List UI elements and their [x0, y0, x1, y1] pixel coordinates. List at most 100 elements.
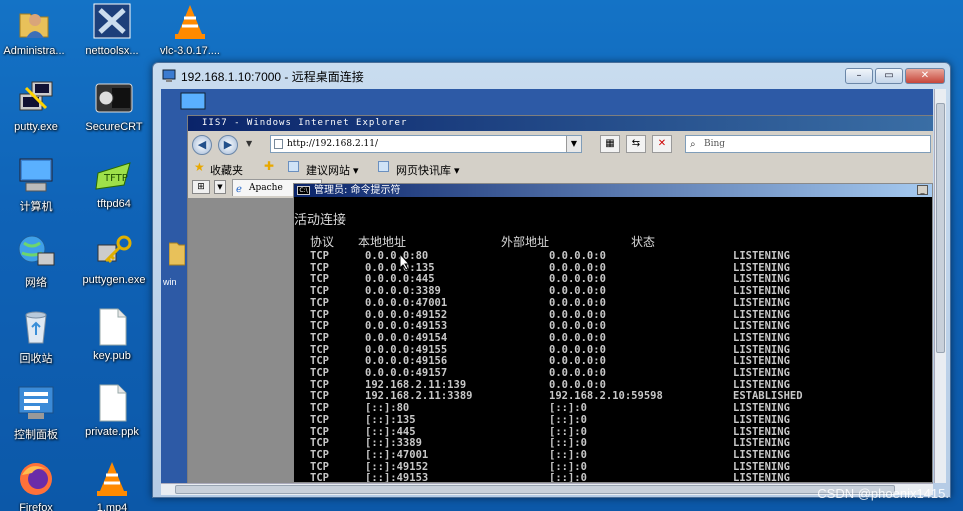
row-foreign-address: [::]:0 [549, 413, 587, 426]
control-panel-icon [16, 383, 56, 423]
row-local-address: 0.0.0.0:49157 [365, 367, 448, 379]
desktop-icon-network[interactable]: 网络 [0, 231, 74, 290]
row-foreign-address: [::]:0 [549, 448, 587, 461]
forward-arrow-icon[interactable]: ▶ [218, 135, 238, 155]
svg-text:TFTP: TFTP [103, 173, 128, 184]
remote-folder-icon[interactable] [168, 239, 186, 273]
desktop-icon-computer[interactable]: 计算机 [0, 155, 74, 214]
row-proto: TCP [310, 367, 329, 379]
desktop-icon-puttygen[interactable]: puttygen.exe [76, 231, 152, 286]
row-state: LISTENING [733, 460, 790, 473]
connection-row: TCP [::]:47001 [::]:0 LISTENING [294, 449, 932, 461]
row-state: LISTENING [733, 343, 790, 356]
rdp-app-icon [162, 68, 176, 87]
row-state: LISTENING [733, 425, 790, 438]
desktop-icon-recycle-bin[interactable]: 回收站 [0, 307, 74, 366]
connection-row: TCP 0.0.0.0:80 0.0.0.0:0 LISTENING [294, 250, 932, 262]
page-icon [274, 139, 283, 149]
compatibility-icon[interactable]: ▦ [600, 135, 620, 153]
remote-desktop-label: win [163, 277, 177, 287]
add-favorites-icon[interactable]: ✚ [264, 159, 274, 173]
row-foreign-address: 0.0.0.0:0 [549, 343, 606, 356]
desktop-icon-securecrt[interactable]: SecureCRT [76, 78, 152, 133]
refresh-icon[interactable]: ⇆ [626, 135, 646, 153]
row-foreign-address: [::]:0 [549, 437, 587, 450]
back-arrow-icon[interactable]: ◀ [192, 135, 212, 155]
command-prompt-window: C:\ 管理员: 命令提示符 _ 活动连接 协议 本地地址 外部地址 状态 TC… [293, 183, 933, 483]
desktop-icon-control-panel[interactable]: 控制面板 [0, 383, 74, 442]
suggested-sites-link[interactable]: 建议网站 ▾ [306, 162, 359, 178]
cmd-output[interactable]: 活动连接 协议 本地地址 外部地址 状态 TCP 0.0.0.0:80 0.0.0.… [294, 197, 932, 482]
row-proto: TCP [310, 308, 329, 321]
row-foreign-address: 0.0.0.0:0 [549, 250, 606, 262]
recycle-bin-icon [16, 307, 56, 347]
connection-row: TCP 0.0.0.0:47001 0.0.0.0:0 LISTENING [294, 297, 932, 309]
nav-history-dropdown-icon[interactable]: ▼ [246, 139, 252, 148]
row-proto: TCP [310, 460, 329, 473]
row-local-address: 192.168.2.11:139 [365, 378, 467, 391]
address-bar[interactable]: http://192.168.2.11/ ▼ [270, 135, 582, 153]
ie-title-bar: IIS7 - Windows Internet Explorer [188, 116, 933, 131]
network-icon [16, 231, 56, 271]
vertical-scroll-thumb[interactable] [936, 103, 945, 353]
cmd-icon: C:\ [297, 186, 310, 195]
address-dropdown-icon[interactable]: ▼ [566, 136, 581, 152]
row-local-address: 192.168.2.11:3389 [365, 390, 473, 403]
ie-page-area[interactable] [188, 198, 296, 483]
ie-address-row: ◀ ▶ ▼ http://192.168.2.11/ ▼ ▦ ⇆ ✕ ⌕ Bin… [188, 133, 933, 157]
ie-tab-icon: ℯ [236, 184, 242, 195]
desktop-icon-private-ppk[interactable]: private.ppk [74, 383, 150, 438]
row-proto: TCP [310, 296, 329, 309]
column-proto: 协议 [310, 235, 335, 249]
row-foreign-address: 0.0.0.0:0 [549, 320, 606, 333]
desktop-icon-nettools[interactable]: nettoolsx... [74, 2, 150, 57]
row-local-address: 0.0.0.0:80 [365, 250, 429, 262]
row-proto: TCP [310, 331, 329, 344]
cmd-minimize-button[interactable]: _ [917, 185, 928, 195]
favorites-button[interactable]: 收藏夹 [210, 162, 243, 178]
mouse-cursor-icon [399, 252, 411, 275]
desktop-icon-firefox[interactable]: Firefox [0, 459, 74, 511]
row-proto: TCP [310, 425, 329, 438]
web-slice-gallery-link[interactable]: 网页快讯库 ▾ [396, 162, 460, 178]
search-input[interactable]: ⌕ Bing [685, 135, 931, 153]
close-button[interactable]: ✕ [905, 68, 945, 84]
desktop-icon-tftpd64[interactable]: TFTP tftpd64 [76, 155, 152, 210]
row-local-address: 0.0.0.0:445 [365, 273, 435, 286]
horizontal-scroll-thumb[interactable] [175, 485, 895, 494]
desktop-icon-vlc[interactable]: vlc-3.0.17.... [152, 2, 228, 57]
minimize-button[interactable]: – [845, 68, 873, 84]
connection-row: TCP [::]:49152 [::]:0 LISTENING [294, 461, 932, 473]
row-state: LISTENING [733, 273, 790, 286]
remote-computer-icon[interactable] [179, 91, 209, 117]
vlc-cone-icon [92, 459, 132, 499]
row-proto: TCP [310, 402, 329, 415]
connection-row: TCP 192.168.2.11:139 0.0.0.0:0 LISTENING [294, 379, 932, 391]
row-local-address: [::]:3389 [365, 437, 422, 450]
connection-row: TCP [::]:80 [::]:0 LISTENING [294, 402, 932, 414]
row-proto: TCP [310, 273, 329, 286]
tab-list-dropdown-icon[interactable]: ▼ [214, 180, 226, 194]
restore-button[interactable]: ▭ [875, 68, 903, 84]
quick-tabs-icon[interactable]: ⊞ [192, 180, 210, 194]
desktop-icon-1-mp4[interactable]: 1.mp4 [74, 459, 150, 511]
stop-icon[interactable]: ✕ [652, 135, 672, 153]
puttygen-icon [94, 231, 134, 271]
row-state: LISTENING [733, 331, 790, 344]
row-local-address: 0.0.0.0:47001 [365, 296, 448, 309]
row-foreign-address: [::]:0 [549, 402, 587, 415]
desktop-icon-putty[interactable]: putty.exe [0, 78, 74, 133]
desktop-icon-key-pub[interactable]: key.pub [74, 307, 150, 362]
desktop-icon-administrator[interactable]: Administra... [0, 2, 72, 57]
connection-row: TCP 0.0.0.0:49154 0.0.0.0:0 LISTENING [294, 332, 932, 344]
row-proto: TCP [310, 250, 329, 262]
row-state: LISTENING [733, 413, 790, 426]
row-state: LISTENING [733, 448, 790, 461]
connection-row: TCP 0.0.0.0:49153 0.0.0.0:0 LISTENING [294, 320, 932, 332]
vertical-scrollbar[interactable] [934, 89, 946, 483]
user-folder-icon [14, 2, 54, 42]
watermark: CSDN @phoenix1415. [817, 486, 949, 501]
row-local-address: 0.0.0.0:49153 [365, 320, 448, 333]
connection-row: TCP 0.0.0.0:49156 0.0.0.0:0 LISTENING [294, 355, 932, 367]
remote-desktop-viewport[interactable]: win IIS7 - Windows Internet Explorer ◀ ▶… [161, 89, 933, 483]
